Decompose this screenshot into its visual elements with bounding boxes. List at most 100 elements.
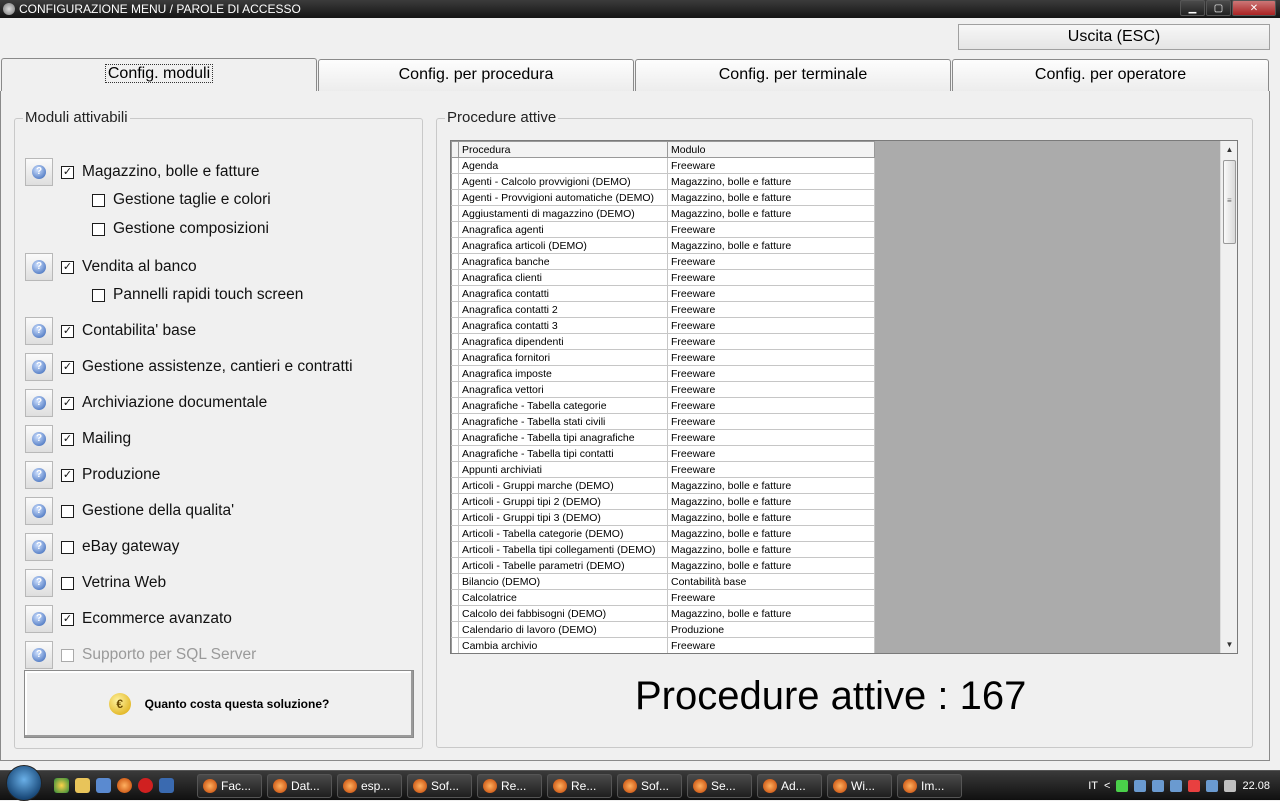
module-row[interactable]: ? ✓ Archiviazione documentale bbox=[25, 388, 267, 418]
app-icon[interactable] bbox=[159, 778, 174, 793]
table-row[interactable]: Anagrafica vettori Freeware bbox=[451, 381, 875, 398]
module-checkbox[interactable]: ✓ bbox=[61, 468, 74, 482]
info-button[interactable]: ? bbox=[25, 317, 53, 345]
row-indicator[interactable] bbox=[451, 253, 459, 270]
antivirus-icon[interactable] bbox=[1188, 780, 1201, 792]
volume-icon[interactable] bbox=[1224, 780, 1237, 792]
module-row[interactable]: ? ✓ Vendita al banco bbox=[25, 252, 197, 282]
table-row[interactable]: Appunti archiviati Freeware bbox=[451, 461, 875, 478]
desktop-icon[interactable] bbox=[96, 778, 111, 793]
info-button[interactable]: ? bbox=[25, 641, 53, 669]
language-indicator[interactable]: IT bbox=[1088, 780, 1098, 792]
row-indicator[interactable] bbox=[451, 301, 459, 318]
taskbar-button[interactable]: esp... bbox=[337, 773, 402, 798]
tab-config-moduli[interactable]: Config. moduli bbox=[1, 58, 317, 93]
taskbar-button[interactable]: Wi... bbox=[827, 773, 892, 798]
info-button[interactable]: ? bbox=[25, 605, 53, 633]
table-row[interactable]: Anagrafica clienti Freeware bbox=[451, 269, 875, 286]
row-indicator[interactable] bbox=[451, 285, 459, 302]
row-indicator[interactable] bbox=[451, 605, 459, 622]
module-row[interactable]: ? ✓ Mailing bbox=[25, 424, 131, 454]
close-button[interactable]: ✕ bbox=[1232, 0, 1276, 16]
row-indicator[interactable] bbox=[451, 477, 459, 494]
taskbar-button[interactable]: Re... bbox=[477, 773, 542, 798]
minimize-button[interactable]: ▁ bbox=[1180, 0, 1205, 16]
row-indicator[interactable] bbox=[451, 621, 459, 638]
module-checkbox[interactable] bbox=[61, 540, 74, 554]
table-row[interactable]: Agenti - Calcolo provvigioni (DEMO) Magaz… bbox=[451, 173, 875, 190]
vertical-scrollbar[interactable]: ▲ ≡ ▼ bbox=[1220, 141, 1237, 653]
row-indicator[interactable] bbox=[451, 205, 459, 222]
row-indicator[interactable] bbox=[451, 509, 459, 526]
network-icon[interactable] bbox=[1134, 780, 1147, 792]
monitor-icon[interactable] bbox=[1206, 780, 1219, 792]
row-indicator[interactable] bbox=[451, 349, 459, 366]
table-row[interactable]: Anagrafica contatti 3 Freeware bbox=[451, 317, 875, 334]
scroll-down-arrow-icon[interactable]: ▼ bbox=[1221, 636, 1237, 653]
row-indicator[interactable] bbox=[451, 541, 459, 558]
table-row[interactable]: Articoli - Gruppi tipi 3 (DEMO) Magazzino… bbox=[451, 509, 875, 526]
table-row[interactable]: Aggiustamenti di magazzino (DEMO) Magazzi… bbox=[451, 205, 875, 222]
module-row[interactable]: ? ✓ Contabilita' base bbox=[25, 316, 196, 346]
tab-config-per-procedura[interactable]: Config. per procedura bbox=[318, 59, 634, 92]
table-row[interactable]: Articoli - Tabelle parametri (DEMO) Magaz… bbox=[451, 557, 875, 574]
module-checkbox[interactable]: ✓ bbox=[61, 360, 74, 374]
cost-button[interactable]: € Quanto costa questa soluzione? bbox=[24, 670, 414, 738]
table-row[interactable]: Anagrafica articoli (DEMO) Magazzino, bol… bbox=[451, 237, 875, 254]
tab-config-per-operatore[interactable]: Config. per operatore bbox=[952, 59, 1269, 92]
column-header-procedura[interactable]: Procedura bbox=[458, 141, 668, 158]
opera-icon[interactable] bbox=[138, 778, 153, 793]
table-row[interactable]: Calcolatrice Freeware bbox=[451, 589, 875, 606]
module-checkbox[interactable]: ✓ bbox=[61, 165, 74, 179]
maximize-button[interactable]: ▢ bbox=[1206, 0, 1231, 16]
row-indicator[interactable] bbox=[451, 221, 459, 238]
row-indicator[interactable] bbox=[451, 557, 459, 574]
module-checkbox[interactable]: ✓ bbox=[61, 260, 74, 274]
row-indicator[interactable] bbox=[451, 589, 459, 606]
info-button[interactable]: ? bbox=[25, 497, 53, 525]
info-button[interactable]: ? bbox=[25, 425, 53, 453]
info-button[interactable]: ? bbox=[25, 253, 53, 281]
scroll-thumb[interactable]: ≡ bbox=[1223, 160, 1236, 244]
row-indicator[interactable] bbox=[451, 381, 459, 398]
table-row[interactable]: Calendario di lavoro (DEMO) Produzione bbox=[451, 621, 875, 638]
row-indicator[interactable] bbox=[451, 269, 459, 286]
taskbar-button[interactable]: Se... bbox=[687, 773, 752, 798]
module-row[interactable]: ? eBay gateway bbox=[25, 532, 179, 562]
row-indicator[interactable] bbox=[451, 157, 459, 174]
info-button[interactable]: ? bbox=[25, 389, 53, 417]
column-header-modulo[interactable]: Modulo bbox=[667, 141, 875, 158]
table-row[interactable]: Anagrafica imposte Freeware bbox=[451, 365, 875, 382]
taskbar-button[interactable]: Dat... bbox=[267, 773, 332, 798]
table-row[interactable]: Bilancio (DEMO) Contabilità base bbox=[451, 573, 875, 590]
row-indicator[interactable] bbox=[451, 637, 459, 653]
row-indicator[interactable] bbox=[451, 573, 459, 590]
tray-icon[interactable] bbox=[1116, 780, 1129, 792]
module-checkbox[interactable]: ✓ bbox=[61, 324, 74, 338]
row-indicator[interactable] bbox=[451, 429, 459, 446]
module-row[interactable]: ? Supporto per SQL Server bbox=[25, 640, 256, 670]
row-indicator[interactable] bbox=[451, 525, 459, 542]
row-indicator[interactable] bbox=[451, 461, 459, 478]
module-row[interactable]: ? ✓ Gestione assistenze, cantieri e contra… bbox=[25, 352, 353, 382]
row-indicator[interactable] bbox=[451, 413, 459, 430]
table-row[interactable]: Anagrafica contatti 2 Freeware bbox=[451, 301, 875, 318]
module-checkbox[interactable] bbox=[61, 504, 74, 518]
table-row[interactable]: Agenti - Provvigioni automatiche (DEMO) M… bbox=[451, 189, 875, 206]
table-row[interactable]: Anagrafica banche Freeware bbox=[451, 253, 875, 270]
table-row[interactable]: Anagrafiche - Tabella tipi contatti Freew… bbox=[451, 445, 875, 462]
info-button[interactable]: ? bbox=[25, 533, 53, 561]
submodule-row[interactable]: Pannelli rapidi touch screen bbox=[92, 285, 303, 305]
row-indicator[interactable] bbox=[451, 333, 459, 350]
exit-button[interactable]: Uscita (ESC) bbox=[958, 24, 1270, 50]
info-button[interactable]: ? bbox=[25, 569, 53, 597]
firefox-icon[interactable] bbox=[117, 778, 132, 793]
table-row[interactable]: Anagrafiche - Tabella stati civili Freewa… bbox=[451, 413, 875, 430]
taskbar-button[interactable]: Fac... bbox=[197, 773, 262, 798]
procedures-grid[interactable]: Procedura Modulo Agenda Freeware Agenti - … bbox=[450, 140, 1238, 654]
folder-icon[interactable] bbox=[75, 778, 90, 793]
tab-config-per-terminale[interactable]: Config. per terminale bbox=[635, 59, 951, 92]
help-icon[interactable] bbox=[1170, 780, 1183, 792]
table-row[interactable]: Articoli - Gruppi marche (DEMO) Magazzino… bbox=[451, 477, 875, 494]
info-button[interactable]: ? bbox=[25, 353, 53, 381]
